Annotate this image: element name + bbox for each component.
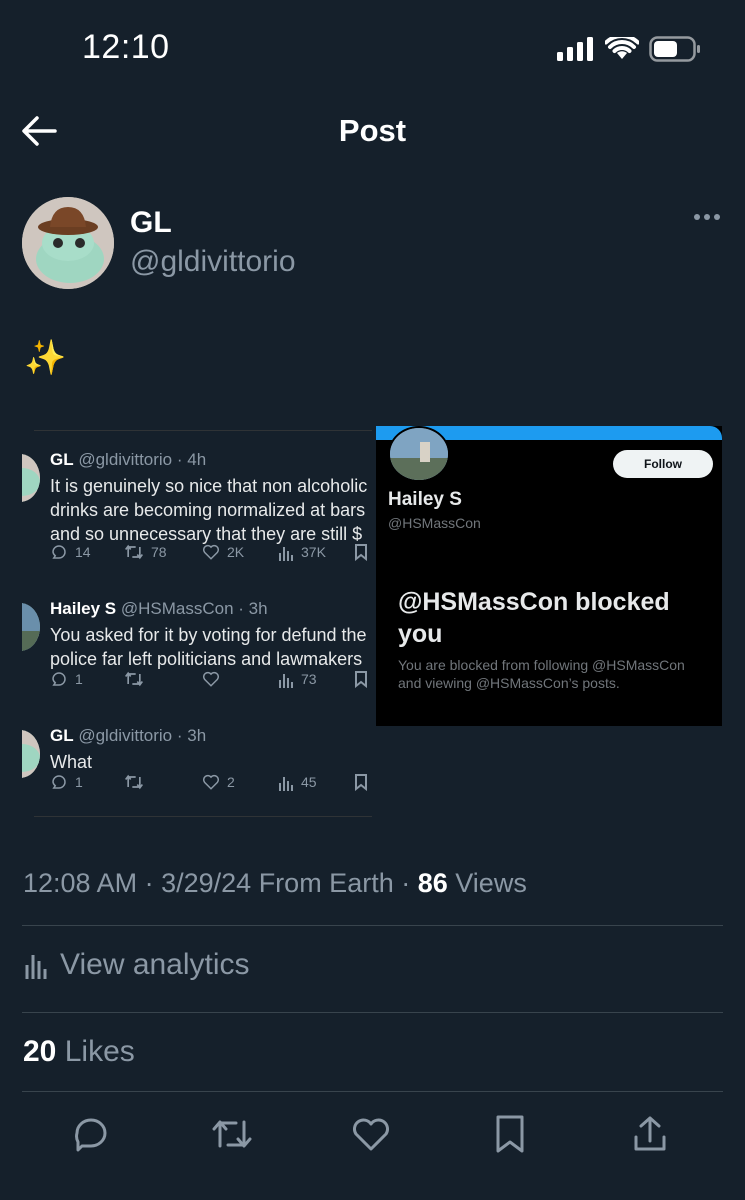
like-count: 2 bbox=[202, 773, 235, 791]
retweet-button[interactable] bbox=[210, 1112, 254, 1156]
reply-icon bbox=[52, 545, 66, 559]
status-icons bbox=[557, 36, 701, 62]
ellipsis-icon bbox=[694, 214, 720, 220]
likes-count: 20 bbox=[23, 1035, 57, 1068]
reply-count: 1 bbox=[50, 670, 83, 688]
bookmark-icon bbox=[355, 544, 367, 561]
page-title: Post bbox=[338, 113, 407, 148]
tweet-avatar bbox=[22, 603, 40, 651]
tweet-author-name: Hailey S bbox=[50, 599, 117, 618]
more-options-button[interactable] bbox=[693, 212, 721, 222]
tweet-meta: @gldivittorio · 3h bbox=[78, 726, 207, 745]
heart-icon bbox=[202, 774, 220, 790]
bookmark-icon bbox=[355, 671, 367, 688]
post-text: ✨ bbox=[24, 339, 67, 377]
tweet-meta: @HSMassCon · 3h bbox=[120, 599, 268, 618]
post-meta: 12:08 AM · 3/29/24 From Earth · 86 Views bbox=[23, 868, 527, 898]
wifi-icon bbox=[605, 37, 639, 61]
share-button[interactable] bbox=[628, 1112, 672, 1156]
retweet-icon bbox=[125, 774, 143, 790]
likes-label: Likes bbox=[64, 1035, 135, 1068]
tweet-author-name: GL bbox=[50, 726, 74, 745]
bar-chart-icon bbox=[279, 547, 293, 561]
share-icon bbox=[634, 1116, 666, 1151]
tweet-meta: @gldivittorio · 4h bbox=[78, 450, 207, 469]
view-count: 73 bbox=[278, 670, 317, 688]
like-count: 2K bbox=[202, 543, 244, 561]
views-count: 86 bbox=[417, 868, 448, 898]
reply-icon bbox=[75, 1118, 107, 1152]
tweet-avatar bbox=[22, 454, 40, 502]
profile-avatar bbox=[388, 426, 450, 482]
author-handle[interactable]: @gldivittorio bbox=[130, 245, 296, 279]
bookmark-icon bbox=[355, 774, 367, 791]
tweet-text-line: police far left politicians and lawmaker… bbox=[50, 649, 363, 669]
retweet-icon bbox=[212, 1120, 252, 1148]
divider bbox=[22, 1091, 723, 1092]
blocked-message: You are blocked from following @HSMassCo… bbox=[398, 657, 685, 691]
follow-button: Follow bbox=[613, 450, 713, 478]
tweet-header: GL @gldivittorio · 3h bbox=[50, 726, 206, 746]
view-count: 45 bbox=[278, 773, 317, 791]
battery-icon bbox=[649, 36, 701, 62]
tweet-header: Hailey S @HSMassCon · 3h bbox=[50, 599, 268, 619]
heart-icon bbox=[202, 671, 220, 687]
analytics-label: View analytics bbox=[60, 948, 250, 981]
tweet-text-line: You asked for it by voting for defund th… bbox=[50, 625, 367, 645]
reply-icon bbox=[52, 775, 66, 789]
divider bbox=[34, 430, 372, 431]
tweet-avatar bbox=[22, 730, 40, 778]
divider bbox=[22, 925, 723, 926]
bookmark-icon bbox=[496, 1115, 524, 1153]
retweet-icon bbox=[125, 544, 143, 560]
tweet-text-line: What bbox=[50, 752, 93, 772]
reply-count: 1 bbox=[50, 773, 83, 791]
tweet-author-name: GL bbox=[50, 450, 74, 469]
view-analytics-link[interactable]: View analytics bbox=[24, 948, 250, 982]
attached-image-blocked-profile[interactable]: Follow Hailey S @HSMassCon @HSMassCon bl… bbox=[376, 426, 722, 726]
post-time: 12:08 AM bbox=[23, 868, 138, 898]
cellular-signal-icon bbox=[557, 37, 595, 61]
likes-link[interactable]: 20 Likes bbox=[23, 1035, 135, 1069]
divider bbox=[34, 816, 372, 817]
tweet-text: What bbox=[50, 750, 92, 774]
bookmark-action bbox=[354, 543, 368, 561]
heart-icon bbox=[202, 544, 220, 560]
author-name[interactable]: GL bbox=[130, 206, 172, 240]
post-source: From Earth bbox=[258, 868, 394, 898]
post-action-bar bbox=[0, 1112, 745, 1160]
tweet-text: It is genuinely so nice that non alcohol… bbox=[50, 474, 367, 546]
like-button[interactable] bbox=[349, 1112, 393, 1156]
attached-image-thread[interactable]: GL @gldivittorio · 4h It is genuinely so… bbox=[22, 430, 372, 818]
tweet-text: You asked for it by voting for defund th… bbox=[50, 623, 367, 671]
bookmark-action bbox=[354, 670, 368, 688]
tweet-text-line: drinks are becoming normalized at bars bbox=[50, 500, 366, 520]
analytics-icon bbox=[25, 955, 47, 979]
tweet-header: GL @gldivittorio · 4h bbox=[50, 450, 206, 470]
profile-handle: @HSMassCon bbox=[388, 515, 481, 531]
author-avatar[interactable] bbox=[22, 197, 114, 289]
reply-count: 14 bbox=[50, 543, 91, 561]
divider bbox=[22, 1012, 723, 1013]
retweet-count bbox=[124, 670, 151, 688]
profile-name: Hailey S bbox=[388, 489, 462, 510]
bar-chart-icon bbox=[279, 674, 293, 688]
bookmark-button[interactable] bbox=[488, 1112, 532, 1156]
view-count: 37K bbox=[278, 543, 326, 561]
blocked-title: @HSMassCon blocked you bbox=[398, 588, 670, 648]
like-count bbox=[202, 670, 227, 688]
reply-icon bbox=[52, 672, 66, 686]
heart-icon bbox=[353, 1118, 389, 1151]
tweet-text-line: It is genuinely so nice that non alcohol… bbox=[50, 476, 368, 496]
status-time: 12:10 bbox=[82, 28, 170, 66]
retweet-count bbox=[124, 773, 151, 791]
retweet-count: 78 bbox=[124, 543, 167, 561]
post-date: 3/29/24 bbox=[161, 868, 252, 898]
reply-button[interactable] bbox=[70, 1112, 114, 1156]
bookmark-action bbox=[354, 773, 368, 791]
views-label: Views bbox=[455, 868, 527, 898]
retweet-icon bbox=[125, 671, 143, 687]
bar-chart-icon bbox=[279, 777, 293, 791]
